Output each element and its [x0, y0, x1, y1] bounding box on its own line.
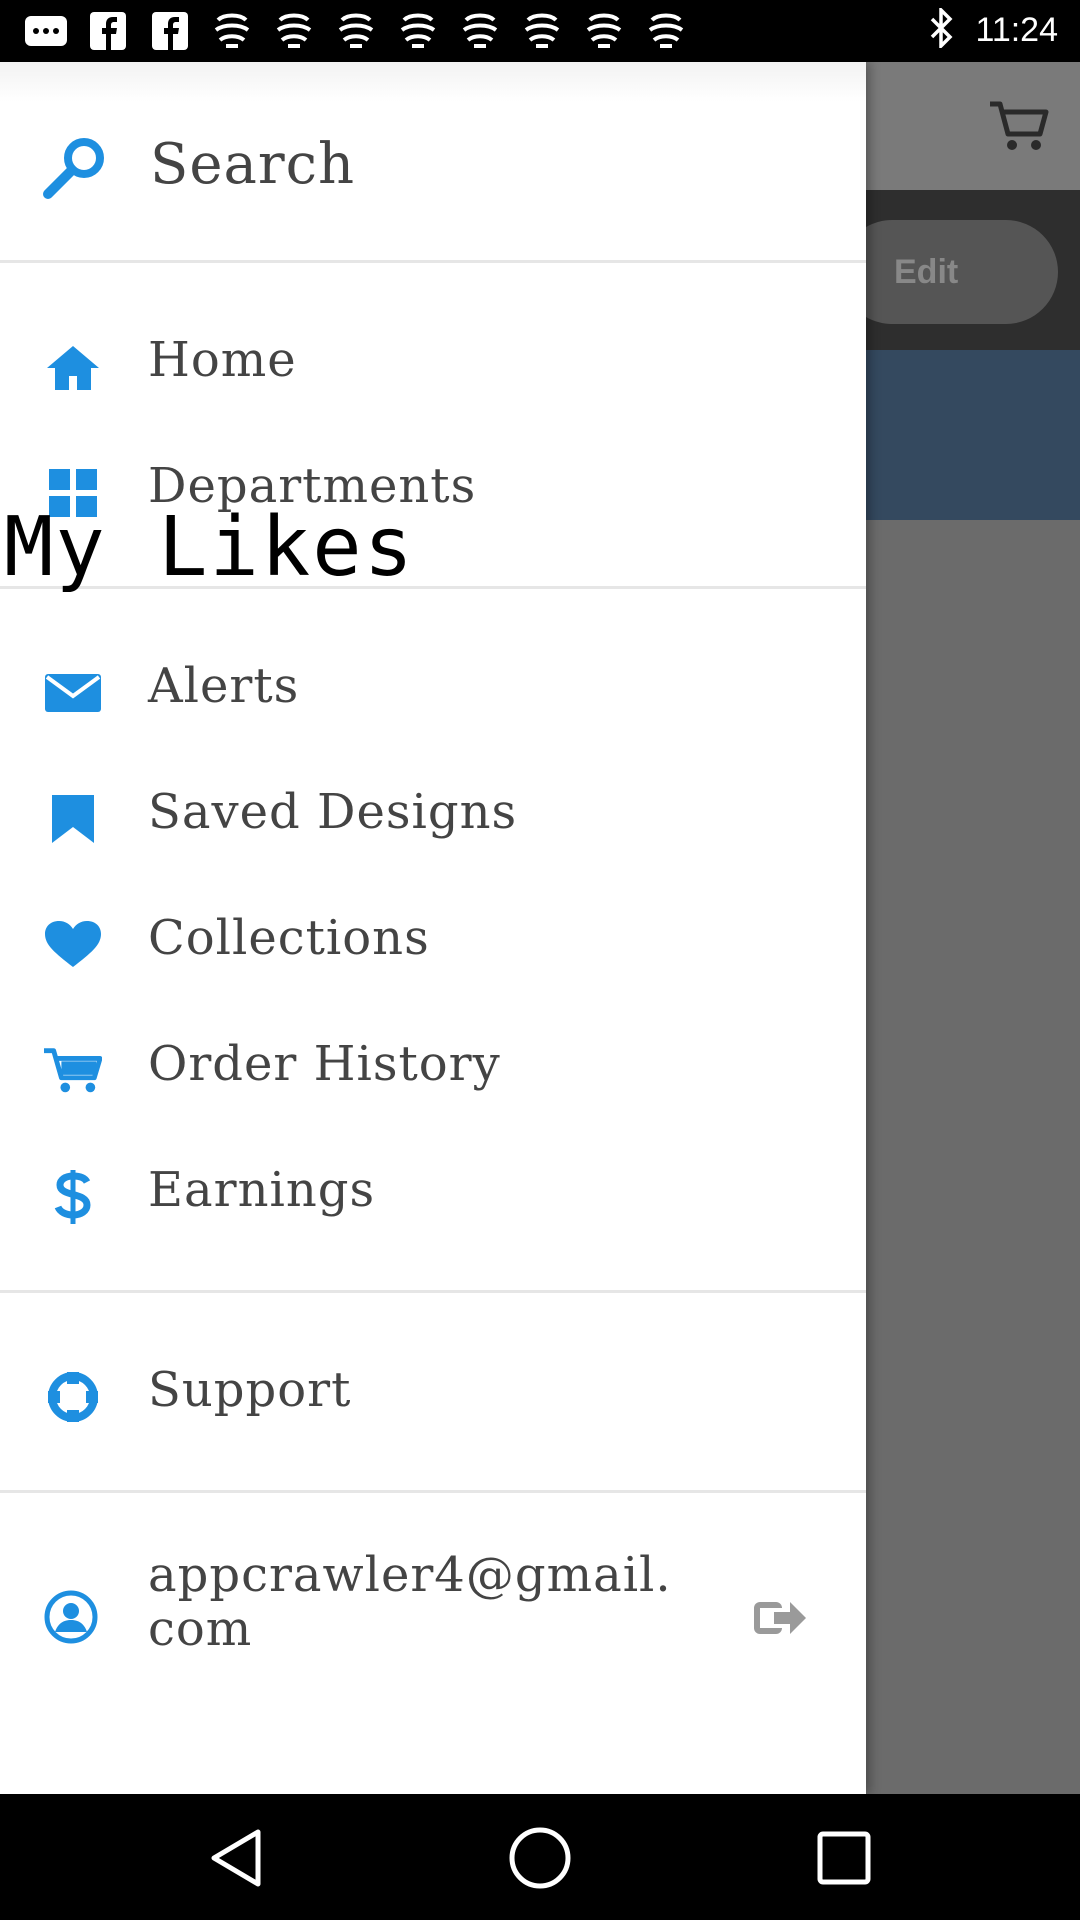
- bookmark-icon: [44, 790, 102, 848]
- mail-icon: [44, 664, 102, 722]
- menu-item-home[interactable]: Home: [0, 310, 866, 420]
- app-icon: [518, 10, 566, 52]
- menu-item-label: Collections: [148, 910, 430, 966]
- status-clock: 11:24: [975, 10, 1058, 49]
- home-icon: [44, 338, 102, 396]
- cart-icon[interactable]: [988, 100, 1050, 156]
- app-icon: [332, 10, 380, 52]
- app-icon: [456, 10, 504, 52]
- menu-item-saved-designs[interactable]: Saved Designs: [0, 762, 866, 872]
- menu-item-label: Alerts: [148, 658, 300, 714]
- menu-item-label: Support: [148, 1362, 352, 1418]
- facebook-icon: [84, 10, 132, 52]
- navigation-bar: [0, 1794, 1080, 1920]
- heart-icon: [44, 916, 102, 974]
- app-icon: [208, 10, 256, 52]
- search-input[interactable]: Search: [150, 132, 355, 197]
- search-icon: [40, 136, 108, 204]
- divider: [0, 260, 866, 263]
- menu-item-alerts[interactable]: Alerts: [0, 636, 866, 746]
- menu-item-earnings[interactable]: Earnings: [0, 1140, 866, 1250]
- account-row[interactable]: appcrawler4@gmail. com: [0, 1542, 866, 1692]
- user-avatar-icon: [44, 1590, 98, 1648]
- cart-icon: [44, 1042, 102, 1100]
- facebook-icon: [146, 10, 194, 52]
- app-icon: [642, 10, 690, 52]
- home-button[interactable]: [500, 1818, 580, 1898]
- menu-item-order-history[interactable]: Order History: [0, 1014, 866, 1124]
- app-icon: [394, 10, 442, 52]
- account-email: appcrawler4@gmail. com: [148, 1547, 672, 1657]
- menu-item-support[interactable]: Support: [0, 1340, 866, 1450]
- menu-item-label: Order History: [148, 1036, 501, 1092]
- menu-item-collections[interactable]: Collections: [0, 888, 866, 998]
- divider: [0, 1490, 866, 1493]
- dollar-icon: [44, 1168, 102, 1226]
- messages-icon: [22, 10, 70, 52]
- app-icon: [580, 10, 628, 52]
- status-bar: 11:24: [0, 0, 1080, 62]
- recents-button[interactable]: [804, 1818, 884, 1898]
- menu-item-label: Home: [148, 332, 297, 388]
- logout-icon[interactable]: [754, 1598, 808, 1642]
- menu-item-label: Earnings: [148, 1162, 376, 1218]
- back-button[interactable]: [196, 1818, 276, 1898]
- search-row[interactable]: Search: [0, 62, 866, 262]
- navigation-drawer: Search Home Departments Alerts Saved Des…: [0, 62, 866, 1794]
- app-icon: [270, 10, 318, 52]
- menu-item-label: Saved Designs: [148, 784, 518, 840]
- divider: [0, 1290, 866, 1293]
- lifebuoy-icon: [44, 1368, 102, 1426]
- notification-icons: [22, 10, 690, 52]
- bluetooth-icon: [929, 5, 955, 52]
- my-likes-overlay-text: My Likes: [4, 500, 415, 595]
- edit-button[interactable]: Edit: [840, 220, 1058, 324]
